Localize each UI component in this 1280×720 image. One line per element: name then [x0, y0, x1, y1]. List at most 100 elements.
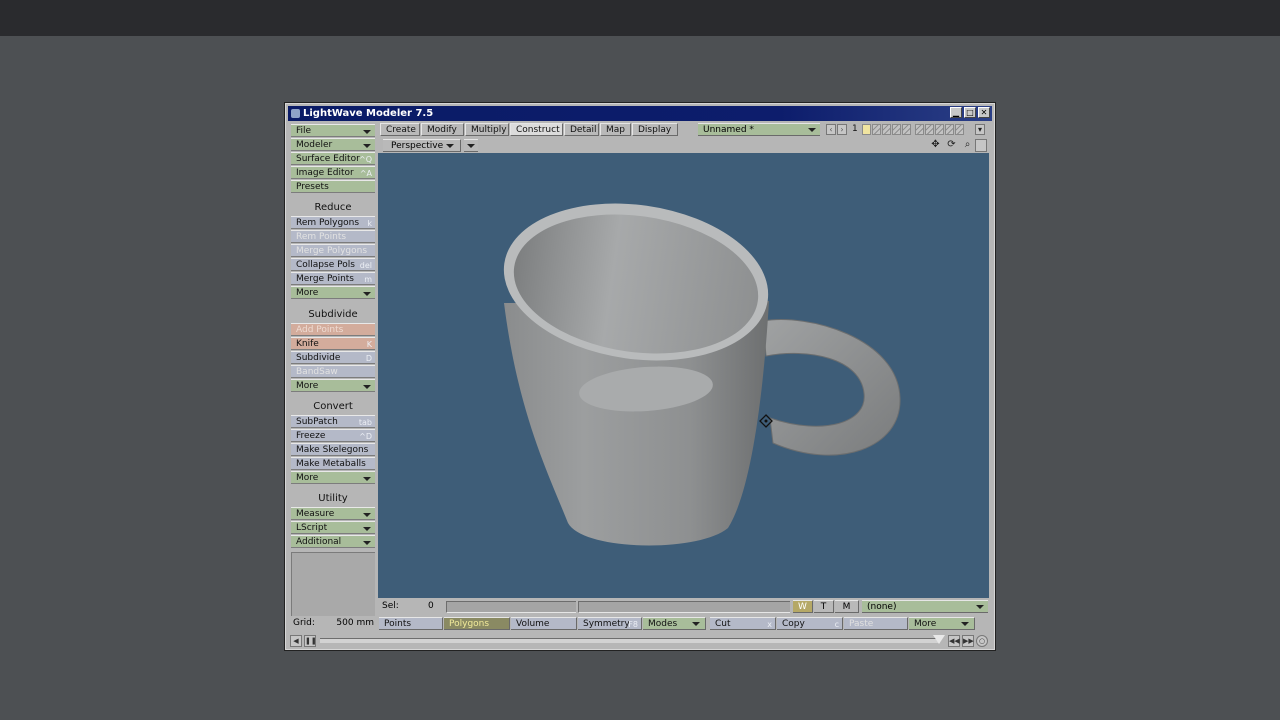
perspective-viewport[interactable] — [378, 153, 989, 598]
status-row: Sel: 0 W T M (none) — [378, 599, 990, 614]
tab-create[interactable]: Create — [380, 123, 420, 136]
chevron-down-icon — [446, 144, 454, 148]
window-controls: ▁ □ ✕ — [950, 107, 990, 118]
image-editor-button[interactable]: Image Editor ^A — [291, 166, 375, 179]
measure-menu[interactable]: Measure — [291, 507, 375, 520]
step-back-icon[interactable]: ◀◀ — [948, 635, 960, 647]
loop-icon[interactable]: ○ — [976, 635, 988, 647]
layer-menu-chevron-down-icon[interactable]: ▾ — [975, 124, 985, 135]
tab-display[interactable]: Display — [632, 123, 678, 136]
collapse-pols-button[interactable]: Collapse Pols del — [291, 258, 375, 271]
copy-button[interactable]: Copy c — [777, 617, 843, 630]
subdivide-heading: Subdivide — [291, 308, 375, 321]
volume-mode-button[interactable]: Volume — [511, 617, 577, 630]
paste-button[interactable]: Paste — [844, 617, 908, 630]
freeze-button[interactable]: Freeze ^D — [291, 429, 375, 442]
chevron-down-icon — [692, 622, 700, 626]
zoom-view-icon[interactable]: ⌕ — [960, 139, 975, 152]
minimize-icon[interactable]: ▁ — [950, 107, 962, 118]
next-layer-icon[interactable]: › — [837, 124, 847, 135]
selection-count: 0 — [428, 601, 434, 611]
presets-button[interactable]: Presets — [291, 180, 375, 193]
merge-polygons-button[interactable]: Merge Polygons — [291, 244, 375, 257]
title-bar[interactable]: LightWave Modeler 7.5 ▁ □ ✕ — [288, 106, 992, 121]
tab-detail[interactable]: Detail — [564, 123, 599, 136]
view-type-dropdown[interactable]: Perspective — [383, 139, 461, 152]
app-icon — [291, 109, 300, 118]
chevron-down-icon — [363, 385, 371, 389]
step-forward-icon[interactable]: ▶▶ — [962, 635, 974, 647]
add-points-button[interactable]: Add Points — [291, 323, 375, 336]
chevron-down-icon — [363, 477, 371, 481]
convert-more-menu[interactable]: More — [291, 471, 375, 484]
subdivide-button[interactable]: Subdivide D — [291, 351, 375, 364]
render-mode-dropdown[interactable] — [464, 139, 478, 152]
polygons-mode-button[interactable]: Polygons — [444, 617, 510, 630]
make-skelegons-button[interactable]: Make Skelegons — [291, 443, 375, 456]
surface-editor-button[interactable]: Surface Editor ^Q — [291, 152, 375, 165]
subpatch-button[interactable]: SubPatch tab — [291, 415, 375, 428]
chevron-down-icon — [363, 292, 371, 296]
layer-slot-7[interactable] — [925, 124, 934, 135]
merge-points-button[interactable]: Merge Points m — [291, 272, 375, 285]
tab-multiply[interactable]: Multiply — [465, 123, 509, 136]
modes-menu[interactable]: Modes — [643, 617, 706, 630]
layer-slot-8[interactable] — [935, 124, 944, 135]
wireframe-toggle-w[interactable]: W — [793, 600, 813, 613]
subdivide-more-menu[interactable]: More — [291, 379, 375, 392]
chevron-down-icon — [363, 513, 371, 517]
rewind-icon[interactable]: ◀ — [290, 635, 302, 647]
chevron-down-icon — [363, 130, 371, 134]
viewport-header: Perspective ✥ ⟳ ⌕ — [378, 138, 990, 153]
timeline-slider[interactable] — [320, 638, 940, 643]
points-mode-button[interactable]: Points — [379, 617, 443, 630]
tab-map[interactable]: Map — [600, 123, 631, 136]
additional-menu[interactable]: Additional — [291, 535, 375, 548]
make-metaballs-button[interactable]: Make Metaballs — [291, 457, 375, 470]
mug-model — [503, 203, 901, 546]
tab-construct[interactable]: Construct — [510, 123, 563, 136]
top-dark-bar — [0, 0, 1280, 36]
pause-icon[interactable]: ❚❚ — [304, 635, 317, 647]
knife-button[interactable]: Knife K — [291, 337, 375, 350]
window-title: LightWave Modeler 7.5 — [303, 108, 434, 119]
texture-toggle-t[interactable]: T — [814, 600, 834, 613]
chevron-down-icon — [363, 541, 371, 545]
layer-slot-10[interactable] — [955, 124, 964, 135]
grid-label: Grid: — [293, 618, 315, 628]
bandsaw-button[interactable]: BandSaw — [291, 365, 375, 378]
more-menu[interactable]: More — [909, 617, 975, 630]
modeler-menu[interactable]: Modeler — [291, 138, 375, 151]
object-select-dropdown[interactable]: Unnamed * — [698, 123, 820, 136]
layer-slot-3[interactable] — [882, 124, 891, 135]
tab-modify[interactable]: Modify — [421, 123, 464, 136]
layer-slot-1[interactable] — [862, 124, 871, 135]
rem-points-button[interactable]: Rem Points — [291, 230, 375, 243]
prev-layer-icon[interactable]: ‹ — [826, 124, 836, 135]
rotate-view-icon[interactable]: ⟳ — [944, 139, 959, 152]
left-panel-empty-area — [291, 552, 375, 616]
layer-slot-9[interactable] — [945, 124, 954, 135]
bottom-bar: Grid: 500 mm Points Polygons Volume Symm… — [288, 616, 992, 631]
cut-button[interactable]: Cut x — [710, 617, 776, 630]
surface-select-dropdown[interactable]: (none) — [862, 600, 988, 613]
layer-slot-6[interactable] — [915, 124, 924, 135]
timeline-slider-handle[interactable] — [933, 635, 945, 644]
maximize-icon[interactable]: □ — [964, 107, 976, 118]
chevron-down-icon — [808, 128, 816, 132]
symmetry-button[interactable]: Symmetry F8 — [578, 617, 642, 630]
lscript-menu[interactable]: LScript — [291, 521, 375, 534]
morph-toggle-m[interactable]: M — [835, 600, 859, 613]
rem-polygons-button[interactable]: Rem Polygons k — [291, 216, 375, 229]
layer-slot-5[interactable] — [902, 124, 911, 135]
layer-slot-4[interactable] — [892, 124, 901, 135]
file-menu[interactable]: File — [291, 124, 375, 137]
move-view-icon[interactable]: ✥ — [928, 139, 943, 152]
grid-size: 500 mm — [336, 618, 374, 628]
reduce-more-menu[interactable]: More — [291, 286, 375, 299]
maximize-viewport-icon[interactable] — [975, 139, 987, 152]
close-icon[interactable]: ✕ — [978, 107, 990, 118]
chevron-down-icon — [961, 622, 969, 626]
layer-slot-2[interactable] — [872, 124, 881, 135]
layer-number: 1 — [852, 124, 858, 134]
